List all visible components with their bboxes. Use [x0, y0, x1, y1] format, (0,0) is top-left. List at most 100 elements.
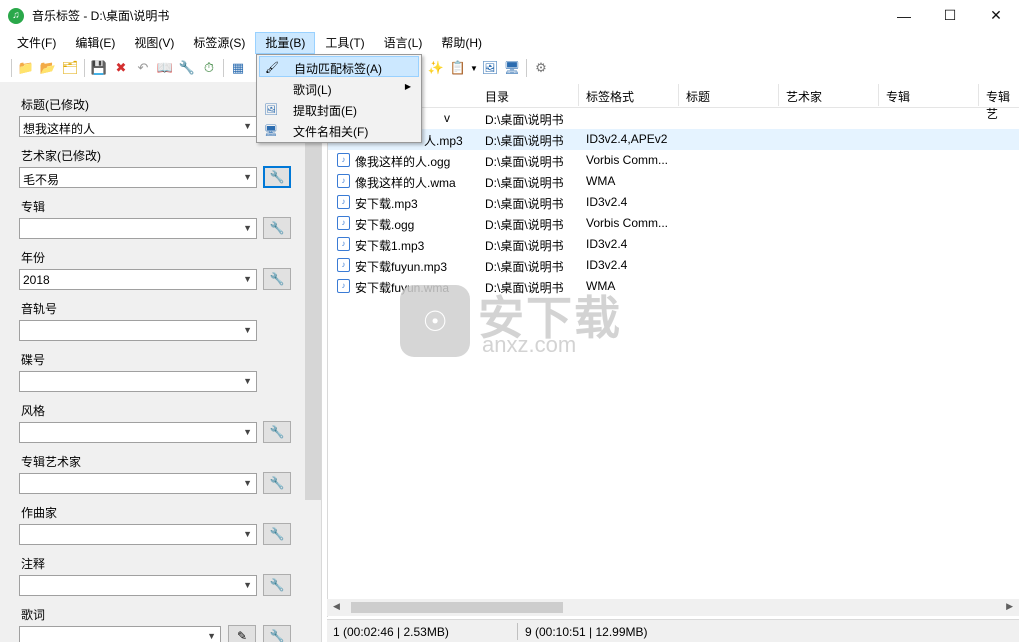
maximize-button[interactable]: ☐ [927, 0, 973, 31]
title-label: 标题(已修改) [21, 98, 89, 112]
disc-combo[interactable]: ▼ [19, 371, 257, 392]
toolbar-separator [11, 59, 12, 77]
menu-tools[interactable]: 工具(T) [316, 32, 373, 54]
open-folder-button[interactable]: 📁 [15, 57, 37, 79]
minimize-button[interactable]: — [881, 0, 927, 31]
artist-combo[interactable]: 毛不易 ▼ [19, 167, 257, 188]
table-row[interactable]: 人.mp3 D:\桌面\说明书 ID3v2.4,APEv2 [328, 129, 1019, 150]
tool-button[interactable]: 🔧 [176, 57, 198, 79]
column-tag-format[interactable]: 标签格式 [586, 88, 634, 105]
menu-item-lyrics[interactable]: 歌词(L) ▶ [259, 78, 419, 99]
close-button[interactable]: ✕ [973, 0, 1019, 31]
scroll-left-icon[interactable]: ◀ [333, 601, 340, 612]
toolbar: 📁 📂 🗂 💾 ✖ ↶ 📖 🔧 ⏱ ▦ ✨ 📋 ▼ 🖼 🖥 ⚙ [0, 55, 1019, 81]
column-album[interactable]: 专辑 [886, 88, 910, 105]
file-directory: D:\桌面\说明书 [485, 134, 564, 148]
table-row[interactable]: ♪ 像我这样的人.wma D:\桌面\说明书 WMA [328, 171, 1019, 192]
column-divider[interactable] [678, 84, 679, 106]
image-button[interactable]: 🖼 [479, 57, 501, 79]
lyrics-label: 歌词 [21, 608, 46, 622]
genre-tool-button[interactable]: 🔧 [263, 421, 291, 443]
title-combo[interactable]: 想我这样的人 ▼ [19, 116, 257, 137]
undo-button[interactable]: ↶ [132, 57, 154, 79]
export-button[interactable]: 🖥 [501, 57, 523, 79]
magic-wand-icon: 🖌 [265, 61, 279, 74]
copy-dropdown-button[interactable]: ▼ [469, 57, 479, 79]
year-combo[interactable]: 2018 ▼ [19, 269, 257, 290]
lyrics-tool-button[interactable]: 🔧 [263, 625, 291, 642]
menu-item-label: 自动匹配标签(A) [294, 62, 382, 76]
menu-tag-source[interactable]: 标签源(S) [184, 32, 254, 54]
wrench-icon: 🔧 [269, 629, 285, 642]
column-artist[interactable]: 艺术家 [786, 88, 822, 105]
minimize-icon: — [897, 7, 911, 24]
track-combo[interactable]: ▼ [19, 320, 257, 341]
audio-file-icon: ♪ [337, 216, 350, 230]
composer-combo[interactable]: ▼ [19, 524, 257, 545]
menu-item-filename[interactable]: 🖥 文件名相关(F) [259, 120, 419, 141]
column-divider[interactable] [878, 84, 879, 106]
column-divider[interactable] [778, 84, 779, 106]
column-directory[interactable]: 目录 [485, 88, 509, 105]
composer-tool-button[interactable]: 🔧 [263, 523, 291, 545]
menu-item-extract-cover[interactable]: 🖼 提取封面(E) [259, 99, 419, 120]
chevron-down-icon: ▼ [243, 427, 252, 437]
book-button[interactable]: 📖 [154, 57, 176, 79]
table-row[interactable]: ♪ 安下载1.mp3 D:\桌面\说明书 ID3v2.4 [328, 234, 1019, 255]
menu-help[interactable]: 帮助(H) [432, 32, 491, 54]
menu-language[interactable]: 语言(L) [375, 32, 432, 54]
file-name: v [444, 111, 450, 125]
history-button[interactable]: ⏱ [198, 57, 220, 79]
delete-button[interactable]: ✖ [110, 57, 132, 79]
favorites-folder-button[interactable]: 🗂 [59, 57, 81, 79]
album-tool-button[interactable]: 🔧 [263, 217, 291, 239]
composer-label: 作曲家 [21, 506, 58, 520]
chevron-down-icon: ▼ [243, 223, 252, 233]
artist-label: 艺术家(已修改) [21, 149, 101, 163]
copy-icon: 📋 [449, 60, 467, 75]
scrollbar-thumb[interactable] [351, 602, 563, 613]
table-row[interactable]: v D:\桌面\说明书 [328, 108, 1019, 129]
panel-scrollbar[interactable] [305, 90, 321, 500]
menu-view[interactable]: 视图(V) [125, 32, 183, 54]
table-row[interactable]: ♪ 安下载fuyun.mp3 D:\桌面\说明书 ID3v2.4 [328, 255, 1019, 276]
lyrics-combo[interactable]: ▼ [19, 626, 221, 642]
lyrics-edit-button[interactable]: ✎ [228, 625, 256, 642]
chevron-down-icon: ▼ [207, 631, 216, 641]
album-artist-combo[interactable]: ▼ [19, 473, 257, 494]
horizontal-scrollbar[interactable]: ◀ ▶ [327, 599, 1019, 616]
wrench-icon: 🔧 [269, 578, 285, 592]
batch-menu: 🖌 自动匹配标签(A) 歌词(L) ▶ 🖼 提取封面(E) 🖥 文件名相关(F) [256, 54, 422, 143]
save-button[interactable]: 💾 [88, 57, 110, 79]
menu-batch[interactable]: 批量(B) [255, 32, 316, 54]
copy-button[interactable]: 📋 [447, 57, 469, 79]
menu-edit[interactable]: 编辑(E) [66, 32, 124, 54]
column-title[interactable]: 标题 [686, 88, 710, 105]
comment-combo[interactable]: ▼ [19, 575, 257, 596]
add-folder-button[interactable]: 📂 [37, 57, 59, 79]
file-directory: D:\桌面\说明书 [485, 260, 564, 274]
audio-file-icon: ♪ [337, 237, 350, 251]
table-row[interactable]: ♪ 安下载.ogg D:\桌面\说明书 Vorbis Comm... [328, 213, 1019, 234]
magic-button[interactable]: ✨ [425, 57, 447, 79]
year-tool-button[interactable]: 🔧 [263, 268, 291, 290]
export-icon: 🖥 [503, 60, 521, 75]
table-row[interactable]: ♪ 安下载.mp3 D:\桌面\说明书 ID3v2.4 [328, 192, 1019, 213]
menu-item-auto-match[interactable]: 🖌 自动匹配标签(A) [259, 56, 419, 77]
menu-file[interactable]: 文件(F) [8, 32, 65, 54]
genre-combo[interactable]: ▼ [19, 422, 257, 443]
comment-tool-button[interactable]: 🔧 [263, 574, 291, 596]
artist-tool-button[interactable]: 🔧 [263, 166, 291, 188]
column-divider[interactable] [578, 84, 579, 106]
table-row[interactable]: ♪ 像我这样的人.ogg D:\桌面\说明书 Vorbis Comm... [328, 150, 1019, 171]
column-divider[interactable] [978, 84, 979, 106]
file-name: 人.mp3 [424, 134, 463, 148]
year-label: 年份 [21, 251, 46, 265]
settings-button[interactable]: ⚙ [530, 57, 552, 79]
album-combo[interactable]: ▼ [19, 218, 257, 239]
grid-button[interactable]: ▦ [227, 57, 249, 79]
scroll-right-icon[interactable]: ▶ [1006, 601, 1013, 612]
file-directory: D:\桌面\说明书 [485, 113, 564, 127]
album-artist-tool-button[interactable]: 🔧 [263, 472, 291, 494]
watermark-subtext: anxz.com [482, 332, 577, 357]
